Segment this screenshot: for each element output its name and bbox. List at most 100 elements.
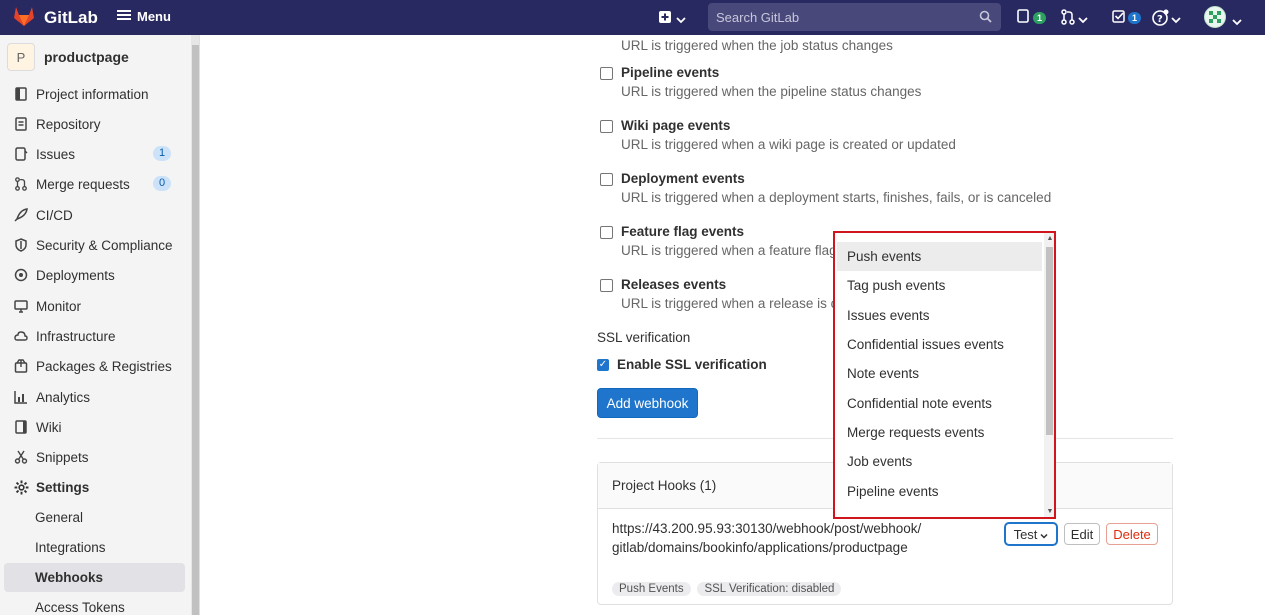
sidebar-item-analytics[interactable]: Analytics bbox=[0, 382, 191, 412]
sidebar-item-label: CI/CD bbox=[36, 207, 73, 223]
sidebar-item-label: Settings bbox=[36, 479, 90, 495]
todos-nav-button[interactable]: 1 bbox=[1112, 9, 1142, 26]
project-avatar: P bbox=[7, 43, 35, 71]
sidebar-item-label: Repository bbox=[36, 116, 101, 132]
sidebar-project-header[interactable]: P productpage bbox=[7, 43, 129, 71]
plus-square-icon bbox=[658, 10, 672, 27]
sidebar-item-wiki[interactable]: Wiki bbox=[0, 412, 191, 442]
menu-label: Menu bbox=[137, 9, 171, 24]
dropdown-scrollbar-thumb[interactable] bbox=[1046, 247, 1053, 435]
sidebar-item-monitor[interactable]: Monitor bbox=[0, 291, 191, 321]
dropdown-option-tag-push-events[interactable]: Tag push events bbox=[837, 271, 1042, 300]
sidebar-item-infrastructure[interactable]: Infrastructure bbox=[0, 321, 191, 351]
help-icon: ? bbox=[1152, 9, 1169, 29]
svg-text:?: ? bbox=[1157, 14, 1163, 25]
package-icon bbox=[13, 358, 29, 374]
dropdown-option-push-events[interactable]: Push events bbox=[837, 242, 1042, 272]
sidebar-item-label: Security & Compliance bbox=[36, 237, 173, 253]
sidebar-item-packages-registries[interactable]: Packages & Registries bbox=[0, 351, 191, 381]
dropdown-option-note-events[interactable]: Note events bbox=[837, 359, 1042, 388]
shield-icon bbox=[13, 237, 29, 253]
event-title: Feature flag events bbox=[621, 224, 745, 239]
tanuki-icon bbox=[12, 5, 36, 30]
ssl-verification-row: ✓ Enable SSL verification bbox=[597, 357, 767, 372]
sidebar-subitem-integrations[interactable]: Integrations bbox=[4, 533, 185, 562]
dropdown-scrollbar[interactable]: ▲ ▼ bbox=[1044, 233, 1054, 517]
dropdown-option-pipeline-events[interactable]: Pipeline events bbox=[837, 476, 1042, 505]
merge-requests-count-badge: 0 bbox=[153, 176, 172, 191]
event-title: Deployment events bbox=[621, 171, 745, 186]
chart-icon bbox=[13, 389, 29, 405]
sidebar: P productpage Project information Reposi… bbox=[0, 35, 200, 615]
sidebar-item-deployments[interactable]: Deployments bbox=[0, 260, 191, 290]
webhook-tags: Push Events SSL Verification: disabled bbox=[612, 579, 844, 596]
wiki-page-events-checkbox[interactable] bbox=[600, 120, 613, 133]
dropdown-option-issues-events[interactable]: Issues events bbox=[837, 301, 1042, 330]
issues-nav-button[interactable]: 1 bbox=[1017, 9, 1047, 26]
menu-button[interactable]: Menu bbox=[117, 9, 171, 24]
dropdown-options-list: Push events Tag push events Issues event… bbox=[837, 242, 1042, 506]
sidebar-item-merge-requests[interactable]: Merge requests 0 bbox=[0, 169, 191, 199]
scroll-down-arrow-icon[interactable]: ▼ bbox=[1046, 508, 1054, 515]
sidebar-subitem-webhooks[interactable]: Webhooks bbox=[4, 563, 185, 592]
chevron-down-icon[interactable] bbox=[1232, 13, 1242, 29]
ssl-verification-label: Enable SSL verification bbox=[617, 357, 767, 372]
ssl-verification-heading: SSL verification bbox=[597, 330, 691, 345]
sidebar-item-label: Deployments bbox=[36, 267, 115, 283]
issues-icon bbox=[1017, 9, 1031, 26]
chevron-down-icon bbox=[1040, 527, 1048, 542]
sidebar-item-label: Wiki bbox=[36, 419, 62, 435]
ssl-verification-checkbox[interactable]: ✓ bbox=[597, 358, 609, 371]
delete-webhook-button[interactable]: Delete bbox=[1106, 523, 1158, 545]
sidebar-item-label: Infrastructure bbox=[36, 328, 116, 344]
search-icon bbox=[979, 10, 992, 26]
deployment-events-checkbox[interactable] bbox=[600, 173, 613, 186]
webhook-url: https://43.200.95.93:30130/webhook/post/… bbox=[612, 521, 922, 555]
sidebar-item-repository[interactable]: Repository bbox=[0, 109, 191, 139]
search-input[interactable]: Search GitLab bbox=[708, 3, 1001, 31]
help-button[interactable]: ? bbox=[1152, 9, 1181, 29]
merge-requests-nav-button[interactable] bbox=[1060, 9, 1088, 28]
merge-request-icon bbox=[13, 176, 29, 192]
edit-webhook-button[interactable]: Edit bbox=[1064, 523, 1100, 545]
feature-flag-events-checkbox[interactable] bbox=[600, 226, 613, 239]
scissors-icon bbox=[13, 449, 29, 465]
scroll-up-arrow-icon[interactable]: ▲ bbox=[1046, 235, 1054, 242]
sidebar-item-security-compliance[interactable]: Security & Compliance bbox=[0, 230, 191, 260]
sidebar-subitem-general[interactable]: General bbox=[4, 503, 185, 532]
project-name: productpage bbox=[44, 49, 129, 65]
dropdown-option-confidential-note-events[interactable]: Confidential note events bbox=[837, 388, 1042, 417]
issues-icon bbox=[13, 146, 29, 162]
search-placeholder: Search GitLab bbox=[716, 9, 800, 25]
pipeline-events-checkbox[interactable] bbox=[600, 67, 613, 80]
sidebar-item-label: Analytics bbox=[36, 389, 91, 405]
sidebar-item-project-information[interactable]: Project information bbox=[0, 79, 191, 109]
dropdown-option-confidential-issues-events[interactable]: Confidential issues events bbox=[837, 330, 1042, 359]
ssl-verification-tag: SSL Verification: disabled bbox=[697, 582, 842, 596]
deployments-icon bbox=[13, 267, 29, 283]
gitlab-logo-link[interactable]: GitLab bbox=[12, 5, 98, 30]
event-description: URL is triggered when a wiki page is cre… bbox=[621, 137, 956, 152]
user-avatar[interactable] bbox=[1204, 6, 1226, 28]
dropdown-option-job-events[interactable]: Job events bbox=[837, 447, 1042, 476]
create-new-button[interactable] bbox=[658, 10, 686, 27]
sidebar-scrollbar[interactable] bbox=[191, 35, 199, 615]
cloud-icon bbox=[13, 328, 29, 344]
doc-icon bbox=[13, 116, 29, 132]
test-events-dropdown[interactable]: Push events Tag push events Issues event… bbox=[833, 231, 1056, 519]
event-description: URL is triggered when a feature flag is bbox=[621, 243, 851, 258]
issues-count-badge: 1 bbox=[153, 146, 172, 161]
releases-events-checkbox[interactable] bbox=[600, 279, 613, 292]
sidebar-item-snippets[interactable]: Snippets bbox=[0, 442, 191, 472]
sidebar-item-settings[interactable]: Settings bbox=[0, 472, 191, 502]
main-content: URL is triggered when the job status cha… bbox=[200, 35, 1265, 615]
sidebar-item-cicd[interactable]: CI/CD bbox=[0, 200, 191, 230]
dropdown-option-merge-requests-events[interactable]: Merge requests events bbox=[837, 418, 1042, 447]
sidebar-subitem-access-tokens[interactable]: Access Tokens bbox=[4, 593, 185, 615]
chevron-down-icon bbox=[1171, 11, 1181, 27]
add-webhook-button[interactable]: Add webhook bbox=[597, 388, 698, 418]
hamburger-icon bbox=[117, 9, 131, 24]
sidebar-item-issues[interactable]: Issues 1 bbox=[0, 139, 191, 169]
event-title: Releases events bbox=[621, 277, 727, 292]
test-webhook-dropdown-button[interactable]: Test bbox=[1005, 523, 1057, 545]
